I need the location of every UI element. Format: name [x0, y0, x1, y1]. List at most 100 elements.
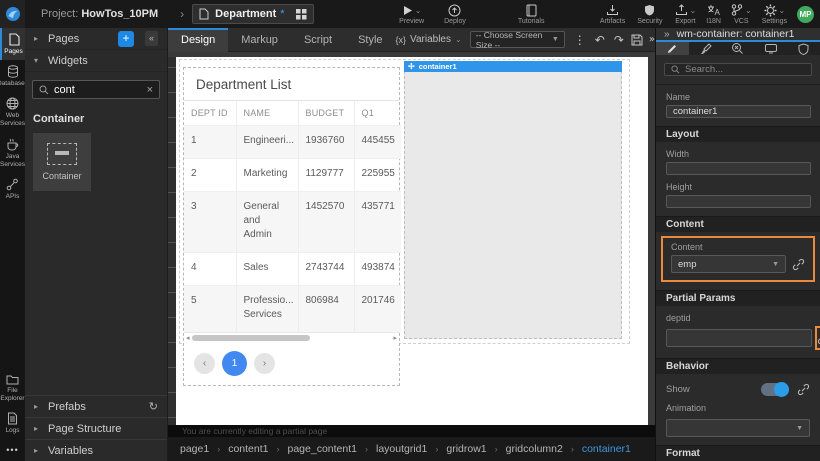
breadcrumb-content1[interactable]: content1 [228, 443, 268, 455]
settings-button[interactable]: ⌄ Settings [762, 4, 787, 25]
pagination-next-button[interactable]: › [254, 353, 275, 374]
deptid-bind-highlight-box [815, 326, 820, 350]
tab-style[interactable]: Style [345, 28, 395, 52]
bind-link-icon[interactable] [797, 383, 810, 396]
coffee-icon [6, 138, 19, 151]
horizontal-scrollbar[interactable]: ◂ ▸ [184, 332, 399, 343]
rail-item-java-services[interactable]: Java Services [0, 133, 25, 173]
pagination-prev-button[interactable]: ‹ [194, 353, 215, 374]
col-name[interactable]: NAME [236, 101, 298, 126]
name-input[interactable] [666, 105, 811, 118]
move-handle-icon[interactable]: ✢ [408, 62, 415, 71]
wavemaker-logo[interactable] [0, 0, 25, 28]
scroll-left-icon[interactable]: ◂ [186, 334, 190, 342]
widget-search[interactable]: × [32, 80, 160, 99]
department-table: DEPT ID NAME BUDGET Q1 1 Engineeri... 19… [184, 101, 401, 332]
table-row[interactable]: 2 Marketing 1129777 225955 [184, 159, 401, 192]
refresh-icon[interactable]: ↻ [149, 400, 158, 413]
widgets-section-header[interactable]: ▾ Widgets [25, 50, 167, 72]
widget-search-input[interactable] [54, 84, 142, 96]
container-widget-tile[interactable]: Container [33, 133, 91, 191]
bind-link-icon[interactable] [792, 258, 805, 271]
table-row[interactable]: 3 General and Admin 1452570 435771 [184, 192, 401, 253]
page-icon [199, 8, 209, 20]
height-input[interactable] [666, 195, 811, 208]
tab-security[interactable] [787, 42, 820, 55]
undo-icon[interactable]: ↶ [595, 34, 605, 46]
pages-section-header[interactable]: ▸ Pages + « [25, 28, 167, 50]
content-highlight-box: Content emp ▼ [661, 236, 815, 282]
add-page-button[interactable]: + [118, 31, 134, 47]
tutorials-button[interactable]: Tutorials [518, 4, 545, 25]
rail-item-pages[interactable]: Pages [0, 28, 25, 60]
properties-tab-strip [656, 42, 820, 55]
logs-icon [7, 412, 18, 425]
tab-markup[interactable]: Markup [228, 28, 291, 52]
container1-widget[interactable]: ✢ container1 [404, 61, 622, 339]
breadcrumb-page-content1[interactable]: page_content1 [288, 443, 357, 455]
canvas-toolbar: Design Markup Script Style {x} Variables… [168, 28, 655, 52]
more-options-icon[interactable]: ••• [0, 439, 25, 461]
redo-icon[interactable]: ↷ [614, 34, 624, 46]
property-search[interactable] [664, 63, 812, 76]
vcs-button[interactable]: ⌄ VCS [731, 4, 752, 25]
prefabs-section-header[interactable]: ▸ Prefabs ↻ [25, 395, 167, 417]
rail-item-logs[interactable]: Logs [0, 407, 25, 439]
variables-menu[interactable]: {x} Variables ⌄ [396, 34, 462, 45]
width-input[interactable] [666, 162, 811, 175]
col-budget[interactable]: BUDGET [298, 101, 354, 126]
property-search-input[interactable] [685, 64, 805, 75]
table-row[interactable]: 1 Engineeri... 1936760 445455 [184, 126, 401, 159]
table-row[interactable]: 5 Professio... Services 806984 201746 [184, 286, 401, 333]
scrollbar-thumb[interactable] [192, 335, 310, 341]
breadcrumb-gridrow1[interactable]: gridrow1 [446, 443, 486, 455]
design-area: Design Markup Script Style {x} Variables… [168, 28, 655, 461]
department-table-widget[interactable]: Department List DEPT ID NAME BUDGET Q1 1… [183, 67, 400, 386]
rail-item-databases[interactable]: Databases [0, 60, 25, 92]
tab-events[interactable] [722, 42, 755, 55]
breadcrumb-layoutgrid1[interactable]: layoutgrid1 [376, 443, 427, 455]
rail-item-apis[interactable]: APIs [0, 173, 25, 205]
deploy-button[interactable]: Deploy [444, 4, 466, 25]
show-toggle[interactable] [761, 383, 789, 396]
search-icon [671, 65, 680, 74]
i18n-button[interactable]: A I18N [706, 4, 721, 25]
content-select[interactable]: emp ▼ [671, 255, 786, 273]
security-button[interactable]: Security [637, 4, 662, 25]
container1-selection-bar[interactable]: ✢ container1 [404, 61, 622, 72]
page-selector[interactable]: Department * [192, 4, 314, 24]
breadcrumb-container1[interactable]: container1 [582, 443, 631, 455]
artifacts-button[interactable]: Artifacts [600, 4, 625, 25]
tab-script[interactable]: Script [291, 28, 345, 52]
breadcrumb-gridcolumn2[interactable]: gridcolumn2 [506, 443, 563, 455]
animation-select[interactable]: ▼ [666, 419, 810, 437]
kebab-menu-icon[interactable]: ⋮ [574, 34, 586, 46]
pagination-page-1[interactable]: 1 [222, 351, 247, 376]
user-avatar[interactable]: MP [797, 6, 814, 23]
clear-search-icon[interactable]: × [147, 84, 153, 96]
rail-item-file-explorer[interactable]: File Explorer [0, 369, 25, 407]
export-button[interactable]: ⌄ Export [675, 4, 697, 25]
tab-design[interactable]: Design [168, 28, 228, 52]
collapse-right-panel-icon[interactable]: » [664, 29, 670, 40]
tab-styles[interactable] [689, 42, 722, 55]
save-icon[interactable] [631, 34, 643, 46]
col-q1[interactable]: Q1 [354, 101, 401, 126]
col-dept-id[interactable]: DEPT ID [184, 101, 236, 126]
scroll-right-icon[interactable]: ▸ [393, 334, 397, 342]
page-structure-section-header[interactable]: ▸ Page Structure [25, 417, 167, 439]
screen-size-select[interactable]: -- Choose Screen Size -- ▼ [470, 31, 565, 48]
tab-devices[interactable] [754, 42, 787, 55]
collapse-panel-button[interactable]: « [145, 31, 158, 46]
rail-item-web-services[interactable]: Web Services [0, 92, 25, 132]
content-label: Content [671, 242, 805, 252]
brush-icon [699, 43, 712, 55]
table-row[interactable]: 4 Sales 2743744 493874 [184, 253, 401, 286]
variables-section-header[interactable]: ▸ Variables [25, 439, 167, 461]
preview-button[interactable]: ⌄ Preview [399, 4, 424, 25]
design-canvas[interactable]: Department List DEPT ID NAME BUDGET Q1 1… [176, 57, 648, 425]
breadcrumb-page1[interactable]: page1 [180, 443, 209, 455]
pages-grid-icon[interactable] [296, 9, 307, 20]
tab-properties[interactable] [656, 42, 689, 55]
deptid-input[interactable] [666, 329, 812, 347]
